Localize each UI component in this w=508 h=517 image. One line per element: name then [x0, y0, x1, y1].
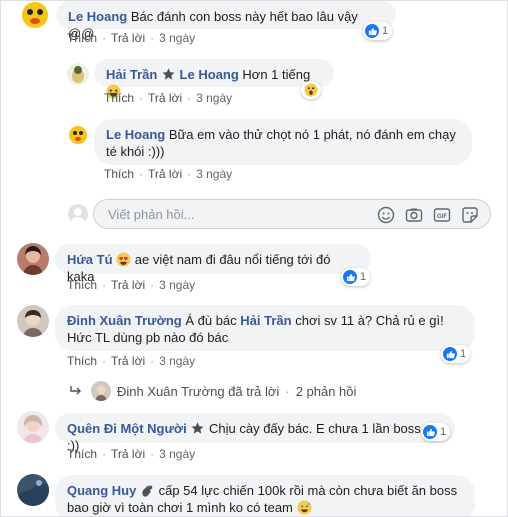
reply-count: 2 phản hồi — [295, 383, 357, 399]
comment-actions: Thích · Trả lời · 3 ngày — [67, 31, 196, 45]
comment-bubble: Đinh Xuân Trường Á đù bác Hải Trần chơi … — [55, 305, 475, 351]
comment-bubble: Le Hoang Bữa em vào thử chọt nó 1 phát, … — [94, 119, 472, 165]
reaction-count: 1 — [360, 271, 367, 283]
reaction-count: 1 — [382, 25, 389, 37]
comment-author[interactable]: Hứa Tú — [67, 252, 113, 267]
avatar[interactable] — [17, 243, 49, 275]
comment-thread: Le Hoang Bác đánh con boss này hết bao l… — [0, 0, 508, 517]
avatar[interactable] — [67, 63, 89, 85]
timestamp[interactable]: 3 ngày — [196, 91, 232, 105]
avatar[interactable] — [17, 305, 49, 337]
like-link[interactable]: Thích — [67, 31, 97, 45]
reaction-summary[interactable]: 1 — [341, 268, 371, 286]
comment-bubble: Quang Huy cấp 54 lực chiến 100k rồi mà c… — [55, 475, 475, 516]
star-badge-icon — [162, 68, 175, 80]
avatar[interactable] — [67, 124, 89, 146]
comment-actions: Thích · Trả lời · 3 ngày — [67, 447, 196, 461]
reply-arrow-icon — [70, 386, 81, 395]
reaction-summary[interactable]: 1 — [421, 423, 451, 441]
separator: · — [285, 383, 290, 399]
camera-icon[interactable] — [405, 206, 423, 224]
reply-link[interactable]: Trả lời — [111, 278, 145, 292]
timestamp[interactable]: 3 ngày — [159, 31, 195, 45]
reaction-count: 1 — [460, 348, 467, 360]
comment-author[interactable]: Le Hoang — [106, 127, 165, 142]
timestamp[interactable]: 3 ngày — [159, 447, 195, 461]
current-user-avatar — [68, 204, 88, 224]
like-icon — [423, 425, 437, 439]
comment-actions: Thích · Trả lời · 3 ngày — [67, 354, 196, 368]
reply-link[interactable]: Trả lời — [148, 91, 182, 105]
comment-bubble: Hải Trần Le Hoang Hơn 1 tiếng — [94, 59, 334, 99]
wow-icon — [304, 83, 318, 97]
reaction-summary[interactable] — [301, 81, 321, 99]
like-link[interactable]: Thích — [104, 167, 134, 181]
star-badge-icon — [191, 422, 204, 434]
comment-author[interactable]: Đinh Xuân Trường — [67, 313, 182, 328]
comment-author[interactable]: Hải Trần — [106, 67, 157, 82]
svg-text:GIF: GIF — [437, 214, 447, 220]
avatar[interactable] — [17, 474, 49, 506]
mention-link[interactable]: Le Hoang — [180, 67, 239, 82]
mention-link[interactable]: Hải Trần — [240, 313, 291, 328]
view-replies-link[interactable]: Đinh Xuân Trường đã trả lời · 2 phản hồi — [69, 381, 356, 401]
wave-icon — [142, 485, 153, 497]
reaction-summary[interactable]: 1 — [363, 22, 393, 40]
sticker-icon[interactable] — [461, 206, 479, 224]
emoji-icon[interactable] — [377, 206, 395, 224]
like-link[interactable]: Thích — [104, 91, 134, 105]
comment-actions: Thích · Trả lời · 3 ngày — [104, 91, 233, 105]
comment-bubble: Le Hoang Bác đánh con boss này hết bao l… — [56, 1, 396, 41]
reaction-summary[interactable]: 1 — [441, 345, 471, 363]
comment-author[interactable]: Quang Huy — [67, 483, 136, 498]
comment-author[interactable]: Quên Đi Một Người — [67, 421, 187, 436]
gif-icon[interactable]: GIF — [433, 206, 451, 224]
like-icon — [343, 270, 357, 284]
comment-text: Hơn 1 tiếng — [242, 67, 311, 82]
like-icon — [365, 24, 379, 38]
reply-link[interactable]: Trả lời — [111, 447, 145, 461]
avatar[interactable] — [18, 1, 52, 31]
timestamp[interactable]: 3 ngày — [159, 354, 195, 368]
reply-input-box: GIF — [93, 199, 491, 229]
like-link[interactable]: Thích — [67, 447, 97, 461]
like-icon — [443, 347, 457, 361]
timestamp[interactable]: 3 ngày — [159, 278, 195, 292]
sweat-smile-icon — [296, 500, 312, 515]
comment-actions: Thích · Trả lời · 3 ngày — [67, 278, 196, 292]
love-eyes-icon — [116, 252, 131, 267]
reaction-count: 1 — [440, 426, 447, 438]
comment-actions: Thích · Trả lời · 3 ngày — [104, 167, 233, 181]
avatar — [91, 381, 111, 401]
comment-text: Á đù bác — [185, 313, 237, 328]
like-link[interactable]: Thích — [67, 354, 97, 368]
comment-author[interactable]: Le Hoang — [68, 9, 127, 24]
avatar[interactable] — [17, 411, 49, 443]
like-link[interactable]: Thích — [67, 278, 97, 292]
reply-link[interactable]: Trả lời — [111, 354, 145, 368]
reply-input[interactable] — [106, 206, 350, 223]
reply-link[interactable]: Trả lời — [111, 31, 145, 45]
reply-link[interactable]: Trả lời — [148, 167, 182, 181]
replies-author-text: Đinh Xuân Trường đã trả lời — [117, 383, 280, 399]
timestamp[interactable]: 3 ngày — [196, 167, 232, 181]
comment-bubble: Hứa Tú ae việt nam đi đâu nổi tiếng tới … — [55, 244, 371, 284]
comment-bubble: Quên Đi Một Người Chịu cày đấy bác. E ch… — [55, 413, 455, 453]
